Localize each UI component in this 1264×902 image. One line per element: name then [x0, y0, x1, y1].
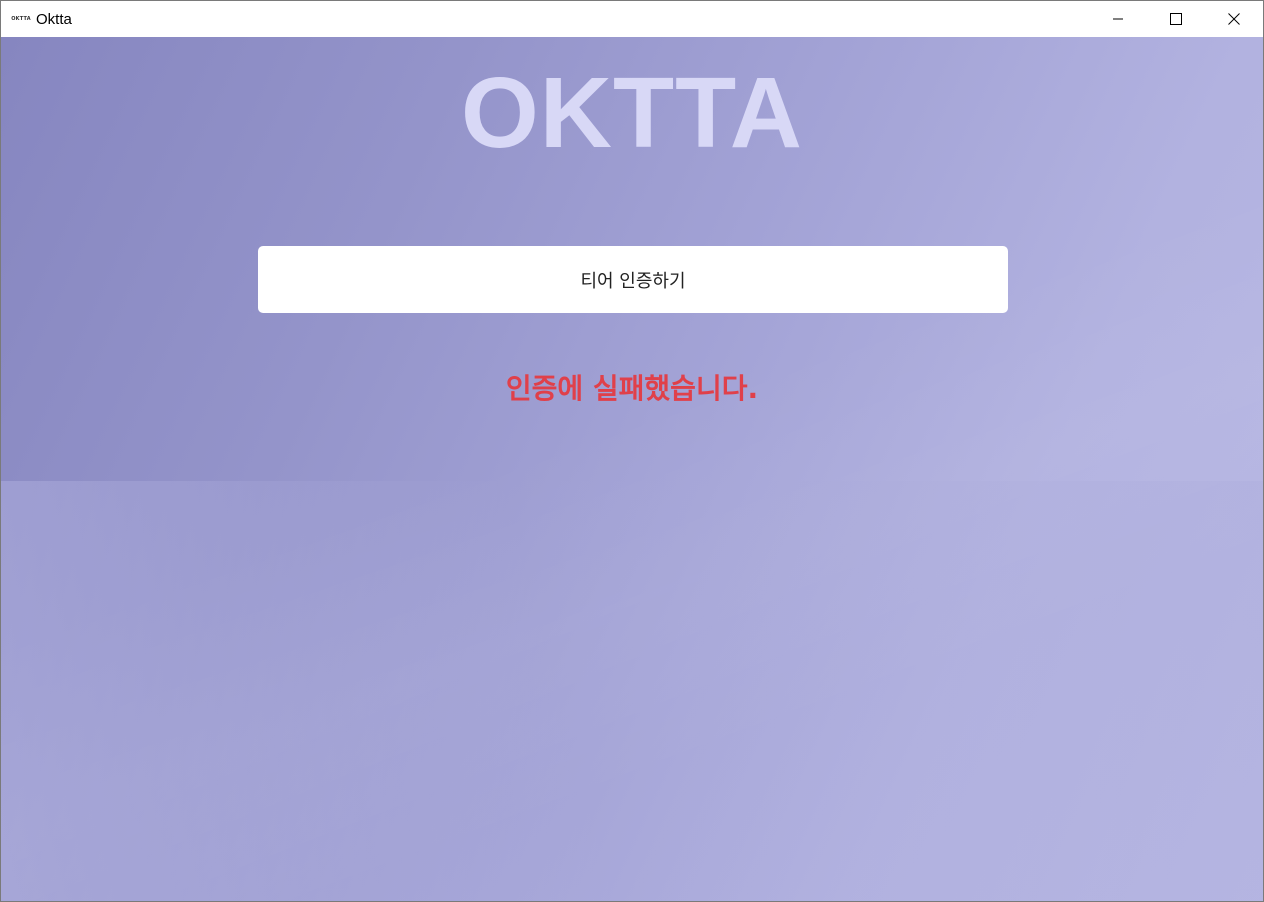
app-logo-icon: OKTTA — [11, 16, 31, 22]
maximize-button[interactable] — [1147, 1, 1205, 37]
window-title: Oktta — [36, 10, 72, 28]
minimize-icon — [1113, 18, 1123, 20]
title-bar[interactable]: OKTTA Oktta — [1, 1, 1263, 37]
minimize-button[interactable] — [1089, 1, 1147, 37]
main-content: OKTTA 티어 인증하기 인증에 실패했습니다. — [1, 37, 1263, 901]
error-message: 인증에 실패했습니다. — [505, 372, 759, 405]
close-icon — [1228, 13, 1240, 25]
window-controls — [1089, 1, 1263, 37]
app-window: OKTTA Oktta OKTTA 티어 인증하기 인증에 실패했습니다. — [0, 0, 1264, 902]
verify-tier-button[interactable]: 티어 인증하기 — [258, 246, 1008, 313]
app-logo-text: OKTTA — [461, 57, 803, 169]
close-button[interactable] — [1205, 1, 1263, 37]
maximize-icon — [1170, 13, 1182, 25]
